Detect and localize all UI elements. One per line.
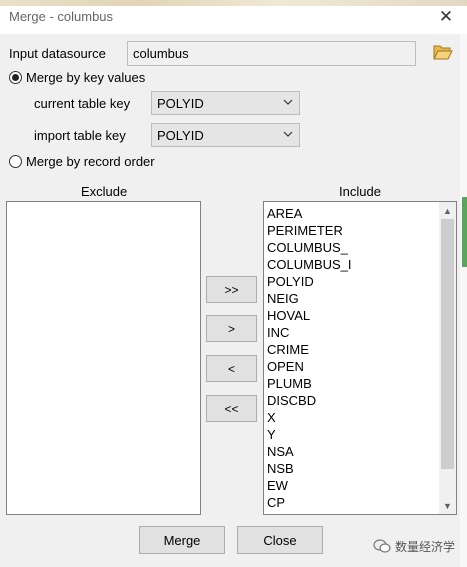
background-window-strip: [0, 0, 467, 6]
watermark-text: 数量经济学: [395, 540, 456, 554]
include-list-item[interactable]: OPEN: [267, 358, 456, 375]
datasource-field[interactable]: columbus: [127, 41, 416, 66]
chevron-down-icon: [283, 99, 293, 105]
merge-button[interactable]: Merge: [139, 526, 225, 554]
move-all-left-button[interactable]: <<: [206, 395, 257, 422]
scroll-thumb[interactable]: [441, 219, 454, 469]
include-list-item[interactable]: NEIG: [267, 290, 456, 307]
include-list-item[interactable]: DISCBD: [267, 392, 456, 409]
include-list-item[interactable]: COLUMBUS_I: [267, 256, 456, 273]
move-all-right-button[interactable]: >>: [206, 276, 257, 303]
close-icon[interactable]: ✕: [434, 6, 458, 28]
scroll-down-icon[interactable]: ▼: [439, 497, 456, 514]
datasource-label: Input datasource: [9, 46, 106, 61]
move-left-button[interactable]: <: [206, 355, 257, 382]
current-key-value: POLYID: [157, 96, 204, 111]
current-key-label: current table key: [34, 96, 131, 111]
merge-dialog: Merge - columbus ✕ Input datasource colu…: [0, 0, 467, 567]
import-key-label: import table key: [34, 128, 126, 143]
include-list[interactable]: AREA PERIMETER COLUMBUS_ COLUMBUS_I POLYID NE…: [263, 201, 457, 515]
window-title: Merge - columbus: [9, 9, 114, 24]
merge-by-key-radio[interactable]: Merge by key values: [9, 70, 145, 85]
include-list-item[interactable]: POLYID: [267, 273, 456, 290]
radio-selected-icon: [9, 71, 22, 84]
folder-open-icon[interactable]: [433, 43, 453, 61]
background-window-edge: [460, 34, 467, 567]
chevron-down-icon: [283, 131, 293, 137]
include-list-item[interactable]: HOVAL: [267, 307, 456, 324]
include-list-item[interactable]: NSB: [267, 460, 456, 477]
title-bar: Merge - columbus ✕: [0, 0, 467, 34]
import-key-select[interactable]: POLYID: [151, 123, 300, 147]
include-list-item[interactable]: AREA: [267, 205, 456, 222]
include-list-item[interactable]: PERIMETER: [267, 222, 456, 239]
include-header: Include: [339, 184, 381, 199]
merge-by-record-label: Merge by record order: [26, 154, 155, 169]
include-list-item[interactable]: COLUMBUS_: [267, 239, 456, 256]
move-right-button[interactable]: >: [206, 315, 257, 342]
include-list-item[interactable]: CP: [267, 494, 456, 511]
close-button[interactable]: Close: [237, 526, 323, 554]
current-key-select[interactable]: POLYID: [151, 91, 300, 115]
scroll-up-icon[interactable]: ▲: [439, 202, 456, 219]
include-list-item[interactable]: X: [267, 409, 456, 426]
exclude-header: Exclude: [81, 184, 128, 199]
include-list-item[interactable]: EW: [267, 477, 456, 494]
include-list-item[interactable]: Y: [267, 426, 456, 443]
import-key-value: POLYID: [157, 128, 204, 143]
include-items: AREA PERIMETER COLUMBUS_ COLUMBUS_I POLYID NE…: [264, 202, 456, 511]
include-list-item[interactable]: CRIME: [267, 341, 456, 358]
background-green-block: [462, 197, 467, 267]
exclude-list[interactable]: [6, 201, 201, 515]
merge-by-key-label: Merge by key values: [26, 70, 146, 85]
wechat-icon: [373, 539, 391, 553]
watermark: 数量经济学: [373, 538, 455, 555]
include-list-item[interactable]: INC: [267, 324, 456, 341]
radio-unselected-icon: [9, 155, 22, 168]
merge-by-record-radio[interactable]: Merge by record order: [9, 154, 155, 169]
include-list-item[interactable]: NSA: [267, 443, 456, 460]
include-scrollbar[interactable]: ▲ ▼: [439, 202, 456, 514]
include-list-item[interactable]: PLUMB: [267, 375, 456, 392]
